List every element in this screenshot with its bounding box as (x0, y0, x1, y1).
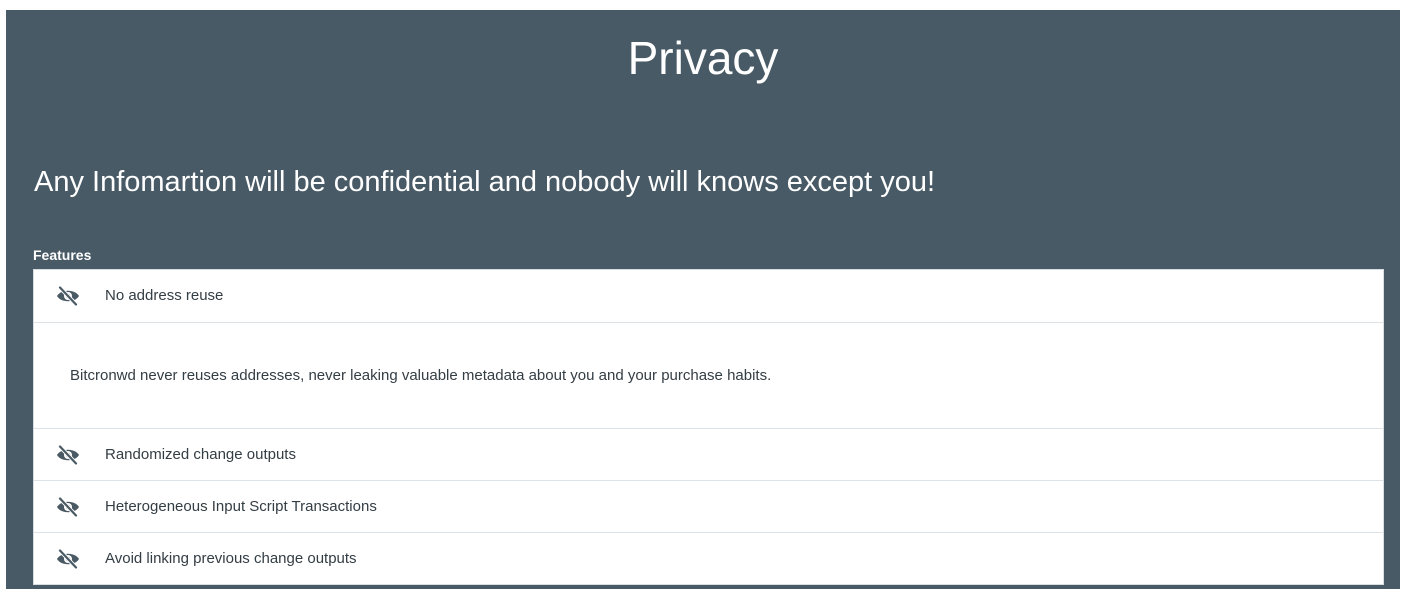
page-subtitle: Any Infomartion will be confidential and… (34, 166, 936, 198)
feature-item-heterogeneous-input-script-transactions[interactable]: Heterogeneous Input Script Transactions (34, 481, 1383, 533)
feature-item-label: Randomized change outputs (105, 445, 296, 463)
feature-item-label: Avoid linking previous change outputs (105, 549, 357, 567)
feature-item-label: Heterogeneous Input Script Transactions (105, 497, 377, 515)
feature-item-avoid-linking-previous-change-outputs[interactable]: Avoid linking previous change outputs (34, 533, 1383, 584)
feature-description-text: Bitcronwd never reuses addresses, never … (70, 366, 772, 384)
eye-slash-icon (56, 495, 80, 519)
feature-item-description: Bitcronwd never reuses addresses, never … (34, 323, 1383, 429)
features-accordion: No address reuse Bitcronwd never reuses … (33, 269, 1384, 585)
feature-item-no-address-reuse[interactable]: No address reuse (34, 270, 1383, 323)
eye-slash-icon (56, 284, 80, 308)
features-label: Features (33, 247, 92, 263)
page-title: Privacy (627, 32, 779, 84)
eye-slash-icon (56, 443, 80, 467)
privacy-section: Privacy Any Infomartion will be confiden… (6, 10, 1400, 589)
feature-item-label: No address reuse (105, 287, 224, 304)
feature-item-randomized-change-outputs[interactable]: Randomized change outputs (34, 429, 1383, 481)
eye-slash-icon (56, 547, 80, 571)
